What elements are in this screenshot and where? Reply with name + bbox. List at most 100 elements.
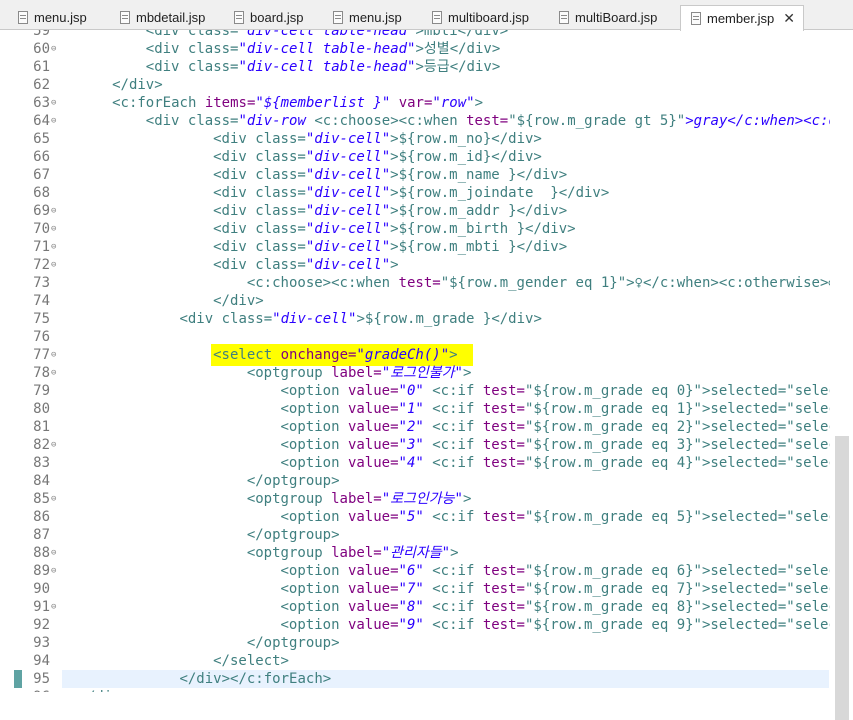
code-token: <c:choose><c:when <box>314 113 466 129</box>
fold-toggle-icon[interactable]: ⊖ <box>51 202 56 220</box>
code-token: value= <box>348 509 399 525</box>
code-line[interactable]: </div></c:forEach> <box>179 670 331 688</box>
tab-menu-jsp[interactable]: menu.jsp <box>18 5 87 29</box>
code-line[interactable]: </div> <box>213 292 264 310</box>
line-number: 60 <box>20 40 50 58</box>
fold-toggle-icon[interactable]: ⊖ <box>51 490 56 508</box>
code-line[interactable]: </div> <box>112 76 163 94</box>
code-line[interactable]: <div class="div-cell">${row.m_no}</div> <box>213 130 542 148</box>
code-line[interactable]: <div class="div-cell">${row.m_joindate }… <box>213 184 609 202</box>
tab-menu-jsp[interactable]: menu.jsp <box>333 5 402 29</box>
code-line[interactable]: <option value="0" <c:if test="${row.m_gr… <box>281 382 853 400</box>
line-number: 69 <box>20 202 50 220</box>
fold-toggle-icon[interactable]: ⊖ <box>51 544 56 562</box>
line-number: 72 <box>20 256 50 274</box>
code-line[interactable]: <option value="5" <c:if test="${row.m_gr… <box>281 508 853 526</box>
fold-toggle-icon[interactable]: ⊖ <box>51 238 56 256</box>
fold-toggle-icon[interactable]: ⊖ <box>51 598 56 616</box>
code-line[interactable]: <option value="8" <c:if test="${row.m_gr… <box>281 598 853 616</box>
code-line[interactable]: <select onchange="gradeCh()"> <box>213 346 457 364</box>
code-token: "div-cell" <box>306 221 390 237</box>
line-number: 67 <box>20 166 50 184</box>
code-line[interactable]: <c:choose><c:when test="${row.m_gender e… <box>247 274 853 292</box>
code-line[interactable]: <div class="div-cell">${row.m_addr }</di… <box>213 202 567 220</box>
fold-toggle-icon[interactable]: ⊖ <box>51 40 56 58</box>
tab-multiboard-jsp[interactable]: multiboard.jsp <box>432 5 529 29</box>
fold-toggle-icon[interactable]: ⊖ <box>51 220 56 238</box>
fold-toggle-icon[interactable]: ⊖ <box>51 436 56 454</box>
code-token: label= <box>331 491 382 507</box>
code-line[interactable]: </optgroup> <box>247 634 340 652</box>
code-token: "div-cell" <box>306 167 390 183</box>
jsp-file-icon <box>559 11 569 24</box>
code-line[interactable]: <div class="div-cell table-head">mbti</d… <box>146 30 508 40</box>
line-number: 61 <box>20 58 50 76</box>
fold-toggle-icon[interactable]: ⊖ <box>51 346 56 364</box>
tab-mbdetail-jsp[interactable]: mbdetail.jsp <box>120 5 205 29</box>
code-line[interactable]: </optgroup> <box>247 472 340 490</box>
code-token: test= <box>483 617 525 633</box>
code-line[interactable]: <div class="div-cell">${row.m_id}</div> <box>213 148 542 166</box>
code-line[interactable]: <div class="div-cell">${row.m_mbti }</di… <box>213 238 567 256</box>
code-line[interactable]: <option value="2" <c:if test="${row.m_gr… <box>281 418 853 436</box>
code-line[interactable]: <div class="div-cell table-head">등급</div… <box>146 58 501 76</box>
scrollbar-thumb[interactable] <box>835 436 849 720</box>
code-token: <div class= <box>213 131 306 147</box>
code-line[interactable]: <option value="7" <c:if test="${row.m_gr… <box>281 580 853 598</box>
code-line[interactable]: <option value="9" <c:if test="${row.m_gr… <box>281 616 853 634</box>
code-line[interactable]: <c:forEach items="${memberlist }" var="r… <box>112 94 483 112</box>
tab-member-jsp[interactable]: member.jsp✕ <box>680 5 804 31</box>
jsp-file-icon <box>18 11 28 24</box>
code-line[interactable]: <div class="div-row <c:choose><c:when te… <box>146 112 853 130</box>
fold-toggle-icon[interactable]: ⊖ <box>51 562 56 580</box>
editor-tab-bar: menu.jsp mbdetail.jsp board.jsp menu.jsp mul… <box>0 0 853 30</box>
tab-multiboard-jsp[interactable]: multiBoard.jsp <box>559 5 657 29</box>
code-token: <div class= <box>213 239 306 255</box>
code-token: "관리자들" <box>382 545 450 561</box>
code-line[interactable]: <optgroup label="관리자들"> <box>247 544 459 562</box>
fold-toggle-icon[interactable]: ⊖ <box>51 112 56 130</box>
fold-toggle-icon[interactable]: ⊖ <box>51 256 56 274</box>
code-line[interactable]: <div class="div-cell"> <box>213 256 398 274</box>
code-line[interactable]: <div class="div-cell table-head">성별</div… <box>146 40 501 58</box>
code-token: div-cell table-head <box>247 30 407 39</box>
code-editor[interactable]: 59<div class="div-cell table-head">mbti<… <box>0 30 853 692</box>
code-token: >성별</div> <box>416 41 501 57</box>
code-token: > <box>449 347 457 363</box>
tab-label: menu.jsp <box>349 10 402 25</box>
code-token: "${row.m_grade eq 6}" <box>525 563 702 579</box>
code-line[interactable]: <div class="div-cell">${row.m_name }</di… <box>213 166 567 184</box>
code-token: value= <box>348 599 399 615</box>
tab-label: board.jsp <box>250 10 303 25</box>
line-number: 89 <box>20 562 50 580</box>
tab-board-jsp[interactable]: board.jsp <box>234 5 303 29</box>
code-token: > <box>475 95 483 111</box>
code-token: <c:if <box>424 617 483 633</box>
code-token: "div-cell" <box>306 203 390 219</box>
vertical-scrollbar[interactable] <box>830 30 853 692</box>
code-token: test= <box>466 113 508 129</box>
code-token: value= <box>348 383 399 399</box>
line-number: 91 <box>20 598 50 616</box>
code-line[interactable]: <option value="6" <c:if test="${row.m_gr… <box>281 562 853 580</box>
code-line[interactable]: <optgroup label="로그인가능"> <box>247 490 472 508</box>
code-token: >♀</c:when><c:otherwise>♂</c:c <box>626 275 853 291</box>
line-number: 74 <box>20 292 50 310</box>
code-token: <c:if <box>424 581 483 597</box>
close-icon[interactable]: ✕ <box>783 10 795 27</box>
fold-toggle-icon[interactable]: ⊖ <box>51 364 56 382</box>
code-line[interactable]: <option value="1" <c:if test="${row.m_gr… <box>281 400 853 418</box>
code-line[interactable]: </div> <box>78 688 129 692</box>
code-line[interactable]: <optgroup label="로그인불가"> <box>247 364 472 382</box>
code-token: "${row.m_grade eq 0}" <box>525 383 702 399</box>
fold-toggle-icon[interactable]: ⊖ <box>51 94 56 112</box>
code-token: <c:if <box>424 509 483 525</box>
code-line[interactable]: <div class="div-cell">${row.m_grade }</d… <box>179 310 541 328</box>
code-token: <div class= <box>213 221 306 237</box>
code-line[interactable]: <option value="4" <c:if test="${row.m_gr… <box>281 454 853 472</box>
code-line[interactable]: <div class="div-cell">${row.m_birth }</d… <box>213 220 575 238</box>
code-line[interactable]: <option value="3" <c:if test="${row.m_gr… <box>281 436 853 454</box>
code-line[interactable]: </optgroup> <box>247 526 340 544</box>
code-token: <option <box>281 563 348 579</box>
code-line[interactable]: </select> <box>213 652 289 670</box>
